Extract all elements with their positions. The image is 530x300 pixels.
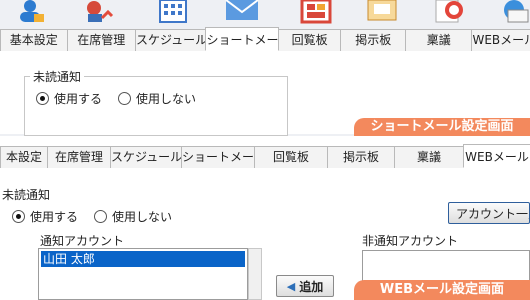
tab-basic-settings[interactable]: 本設定 [0,146,48,168]
schedule-icon[interactable] [156,0,192,24]
tab-bulletin-board[interactable]: 掲示板 [327,146,395,168]
tab-basic-settings[interactable]: 基本設定 [0,29,68,51]
presence-icon[interactable] [80,0,116,24]
radio-use-label: 使用する [30,210,79,224]
tab-web-mail[interactable]: WEBメール [471,29,530,51]
radio-not-use-label: 使用しない [112,210,173,224]
radio-use-label: 使用する [54,92,103,106]
bottom-tab-bar: 本設定 在席管理 スケジュール ショートメール 回覧板 掲示板 稟議 WEBメー… [0,144,530,168]
tab-circular[interactable]: 回覧板 [254,146,328,168]
tab-circular[interactable]: 回覧板 [277,29,342,51]
list-item[interactable]: 山田 太郎 [41,251,245,267]
approval-icon[interactable] [432,0,468,24]
tab-approval[interactable]: 稟議 [394,146,464,168]
tab-schedule[interactable]: スケジュール [110,146,182,168]
short-mail-icon[interactable] [224,0,260,24]
bottom-settings-window: 本設定 在席管理 スケジュール ショートメール 回覧板 掲示板 稟議 WEBメー… [0,136,530,300]
tab-approval[interactable]: 稟議 [404,29,473,51]
unread-notify-label: 未読通知 [2,188,51,202]
tab-schedule[interactable]: スケジュール [134,29,207,51]
account-list-label: アカウント一覧 [456,206,529,221]
tab-presence[interactable]: 在席管理 [66,29,136,51]
radio-not-use-label: 使用しない [136,92,197,106]
radio-not-use-indicator[interactable] [94,210,107,223]
circular-icon[interactable] [298,0,334,24]
notify-accounts-list[interactable]: 山田 太郎 [38,248,248,300]
radio-not-use[interactable]: 使用しない [94,208,172,225]
tab-bulletin-board[interactable]: 掲示板 [340,29,406,51]
add-button-label: 追加 [299,279,324,294]
top-tab-bar: 基本設定 在席管理 スケジュール ショートメール 回覧板 掲示板 稟議 WEBメ… [0,27,530,51]
unread-notify-label: 未読通知 [30,68,85,85]
notify-list-scrollbar[interactable] [248,248,262,300]
short-mail-settings-banner: ショートメール設定画面 [354,118,530,136]
radio-use[interactable]: 使用する [12,208,78,225]
tab-short-mail[interactable]: ショートメール [205,27,279,51]
web-mail-settings-banner: WEBメール設定画面 [354,280,530,300]
tab-presence[interactable]: 在席管理 [47,146,111,168]
radio-not-use[interactable]: 使用しない [118,90,196,107]
non-notify-accounts-label: 非通知アカウント [362,234,459,248]
radio-use[interactable]: 使用する [36,90,102,107]
top-settings-window: 基本設定 在席管理 スケジュール ショートメール 回覧板 掲示板 稟議 WEBメ… [0,0,530,136]
bulletin-board-icon[interactable] [364,0,400,24]
notify-accounts-label: 通知アカウント [40,234,125,248]
radio-use-indicator[interactable] [36,92,49,105]
web-mail-icon[interactable] [498,0,530,24]
tab-short-mail[interactable]: ショートメール [181,146,255,168]
radio-not-use-indicator[interactable] [118,92,131,105]
tab-web-mail[interactable]: WEBメール [463,144,530,168]
add-button[interactable]: ◀ 追加 [276,275,334,297]
radio-use-indicator[interactable] [12,210,25,223]
left-arrow-icon: ◀ [286,279,296,293]
basic-settings-icon[interactable] [12,0,48,24]
account-list-button[interactable]: アカウント一覧 [448,202,530,224]
